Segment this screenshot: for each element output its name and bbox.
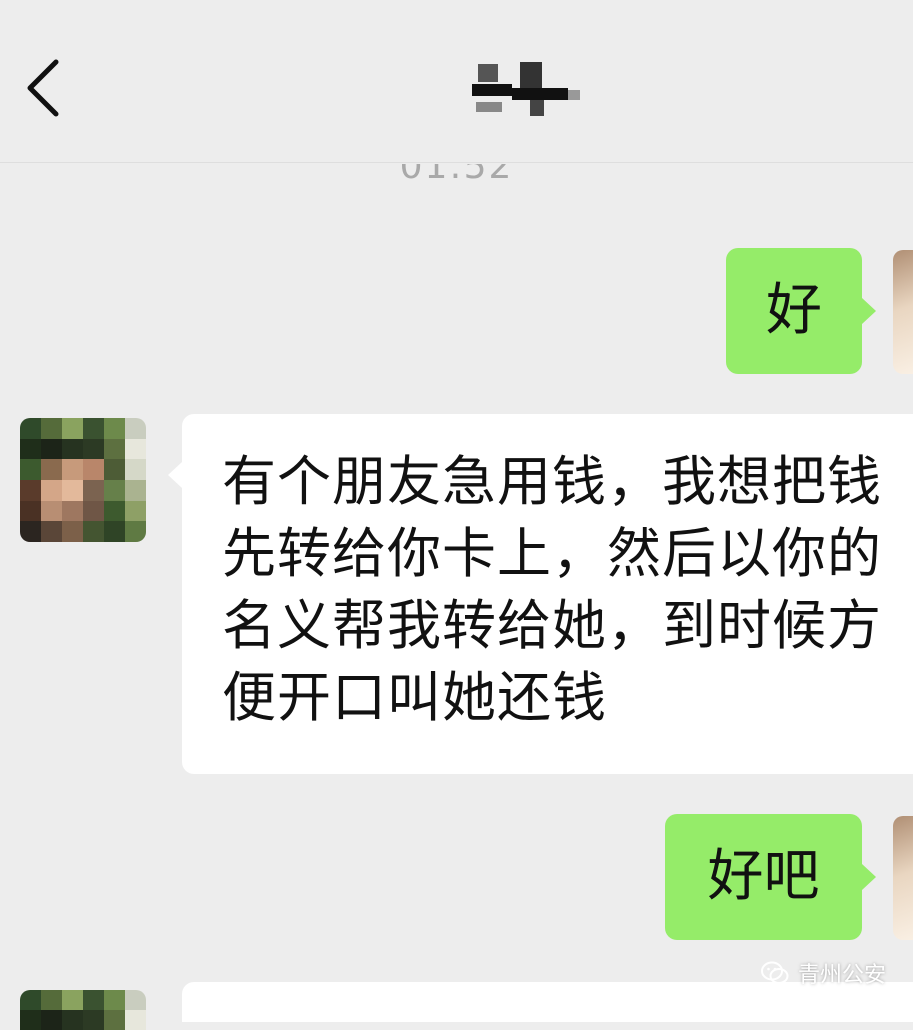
- watermark-text: 青州公安: [798, 963, 887, 988]
- message-text: 好: [766, 278, 822, 343]
- chat-header: [0, 0, 913, 163]
- my-avatar[interactable]: [893, 816, 913, 940]
- message-bubble-outgoing[interactable]: 好吧: [665, 814, 876, 940]
- wechat-official-account-icon: [761, 961, 789, 984]
- message-text: 有个朋友急用钱，我想把钱先转给你卡上，然后以你的名义帮我转给她，到时候方便开口叫…: [222, 450, 882, 729]
- watermark: 青州公安: [760, 955, 886, 991]
- chevron-left-icon: [27, 59, 59, 117]
- contact-avatar[interactable]: [20, 418, 146, 542]
- message-bubble-outgoing[interactable]: 好: [726, 248, 876, 374]
- bubble-tail: [168, 462, 182, 488]
- my-avatar[interactable]: [893, 250, 913, 374]
- message-bubble-incoming[interactable]: 有个朋友急用钱，我想把钱先转给你卡上，然后以你的名义帮我转给她，到时候方便开口叫…: [168, 414, 913, 774]
- back-button[interactable]: [18, 50, 78, 130]
- message-text: 好吧: [707, 844, 820, 909]
- chat-title-pixelated: [472, 62, 582, 120]
- bubble-tail: [862, 864, 876, 890]
- contact-avatar[interactable]: [20, 990, 146, 1030]
- bubble-tail: [862, 298, 876, 324]
